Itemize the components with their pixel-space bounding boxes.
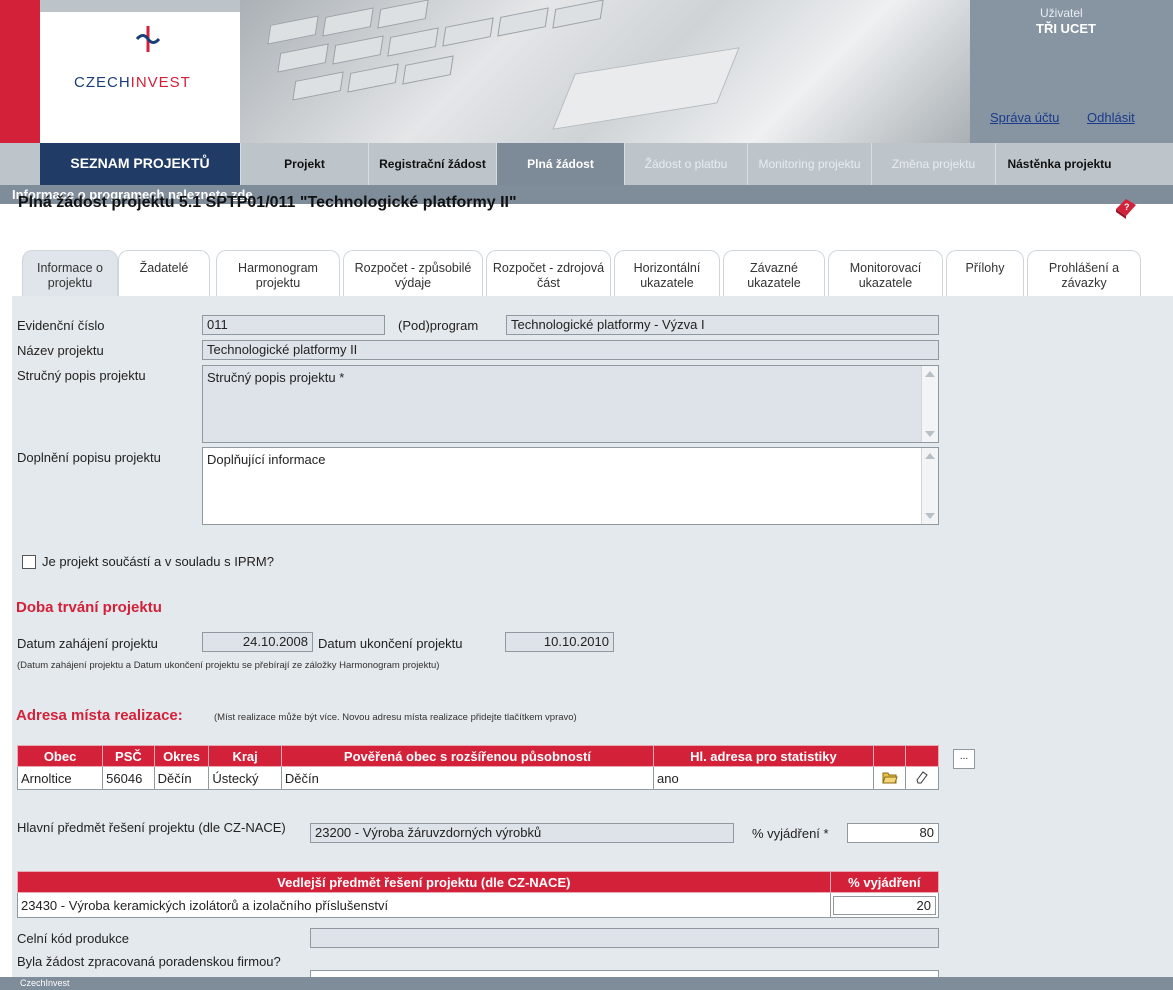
evidence-number-field: 011	[202, 315, 385, 335]
account-settings-link[interactable]: Správa účtu	[990, 110, 1059, 125]
col-header: Pověřená obec s rozšířenou působností	[280, 745, 655, 767]
extra-description-text: Doplňující informace	[207, 452, 326, 467]
table-row: 23430 - Výroba keramických izolátorů a i…	[17, 892, 940, 918]
col-header: PSČ	[102, 745, 155, 767]
table-row: Arnoltice 56046 Děčín Ústecký Děčín ano	[16, 766, 939, 790]
page-title: Plná žádost projektu 5.1 SPTP01/011 "Tec…	[18, 194, 517, 211]
iprm-label: Je projekt součástí a v souladu s IPRM?	[42, 554, 274, 569]
secondary-header-row: Vedlejší předmět řešení projektu (dle CZ…	[17, 871, 940, 893]
logo-text-b: INVEST	[130, 74, 191, 91]
tab-applicants[interactable]: Žadatelé	[118, 250, 210, 296]
eraser-icon[interactable]	[905, 766, 939, 790]
tab-schedule[interactable]: Harmonogram projektu	[216, 250, 340, 296]
main-subject-label: Hlavní předmět řešení projektu (dle CZ-N…	[17, 820, 286, 835]
footer: CzechInvest	[0, 977, 1173, 990]
date-note: (Datum zahájení projektu a Datum ukončen…	[17, 660, 440, 671]
tab-attachments[interactable]: Přílohy	[946, 250, 1024, 296]
brand-stripe	[0, 0, 40, 143]
nav-project[interactable]: Projekt	[240, 143, 368, 185]
program-field: Technologické platformy - Výzva I	[506, 315, 939, 335]
secondary-percent-input[interactable]: 20	[832, 895, 936, 915]
address-table: Obec PSČ Okres Kraj Pověřená obec s rozš…	[16, 745, 939, 790]
duration-heading: Doba trvání projektu	[16, 599, 162, 616]
cell-psc: 56046	[102, 766, 155, 790]
tab-budget-eligible[interactable]: Rozpočet - způsobilé výdaje	[343, 250, 483, 296]
cell-secondary-subject: 23430 - Výroba keramických izolátorů a i…	[17, 892, 831, 918]
tab-project-info[interactable]: Informace o projektu	[22, 250, 118, 296]
col-header: Obec	[16, 745, 104, 767]
cell-kraj: Ústecký	[208, 766, 282, 790]
short-description-textarea[interactable]: Stručný popis projektu *	[202, 365, 939, 443]
col-header-blank	[905, 745, 939, 767]
iprm-checkbox[interactable]	[22, 555, 36, 569]
nav-full-application[interactable]: Plná žádost	[496, 143, 624, 185]
col-header-blank	[872, 745, 907, 767]
evidence-number-label: Evidenční číslo	[17, 318, 105, 333]
cell-secondary-percent: 20	[829, 892, 940, 918]
cell-poverena-obec: Děčín	[280, 766, 655, 790]
logo-text: CZECHINVEST	[74, 74, 191, 91]
textarea-scrollbar[interactable]	[921, 366, 938, 442]
main-subject-field: 23200 - Výroba žáruvzdorných výrobků	[310, 823, 734, 843]
cell-hl-adresa: ano	[653, 766, 874, 790]
logo-text-a: CZECH	[74, 74, 131, 91]
end-date-label: Datum ukončení projektu	[318, 636, 463, 651]
short-description-text: Stručný popis projektu *	[207, 370, 345, 385]
tab-monitoring-indicators[interactable]: Monitorovací ukazatele	[828, 250, 943, 296]
user-name: TŘI UCET	[1036, 21, 1096, 36]
address-heading: Adresa místa realizace:	[16, 707, 183, 724]
extra-description-textarea[interactable]: Doplňující informace	[202, 447, 939, 525]
nav-project-list[interactable]: SEZNAM PROJEKTŮ	[40, 143, 240, 185]
col-header: % vyjádření	[829, 871, 940, 893]
customs-code-field	[310, 928, 939, 948]
advisory-label: Byla žádost zpracovaná poradenskou firmo…	[17, 954, 281, 969]
czechinvest-logo-icon	[135, 26, 161, 52]
cell-obec: Arnoltice	[16, 766, 104, 790]
col-header: Kraj	[208, 745, 282, 767]
tab-binding-indicators[interactable]: Závazné ukazatele	[723, 250, 825, 296]
start-date-label: Datum zahájení projektu	[17, 636, 158, 651]
short-description-label: Stručný popis projektu	[17, 368, 146, 383]
col-header: Vedlejší předmět řešení projektu (dle CZ…	[17, 871, 831, 893]
col-header: Hl. adresa pro statistiky	[653, 745, 874, 767]
cell-okres: Děčín	[153, 766, 210, 790]
open-folder-icon[interactable]	[872, 766, 907, 790]
percent-label: % vyjádření *	[752, 826, 829, 841]
help-book-icon[interactable]: ?	[1113, 194, 1139, 220]
nav-payment-request[interactable]: Žádost o platbu	[624, 143, 747, 185]
add-address-button[interactable]: ...	[953, 749, 975, 769]
end-date-field: 10.10.2010	[505, 632, 614, 652]
start-date-field: 24.10.2008	[202, 632, 313, 652]
tab-horizontal-indicators[interactable]: Horizontální ukazatele	[614, 250, 720, 296]
banner-image	[240, 0, 970, 143]
extra-description-label: Doplnění popisu projektu	[17, 450, 161, 465]
textarea-scrollbar[interactable]	[921, 448, 938, 524]
nav-monitoring[interactable]: Monitoring projektu	[747, 143, 871, 185]
logout-link[interactable]: Odhlásit	[1087, 110, 1135, 125]
nav-registration[interactable]: Registrační žádost	[368, 143, 496, 185]
nav-board[interactable]: Nástěnka projektu	[995, 143, 1123, 185]
svg-text:?: ?	[1124, 202, 1130, 212]
col-header: Okres	[153, 745, 210, 767]
user-label: Uživatel	[1040, 6, 1083, 20]
project-name-field: Technologické platformy II	[202, 340, 939, 360]
secondary-subject-table: Vedlejší předmět řešení projektu (dle CZ…	[17, 871, 940, 918]
nav-change[interactable]: Změna projektu	[871, 143, 995, 185]
project-name-label: Název projektu	[17, 343, 104, 358]
tab-budget-source[interactable]: Rozpočet - zdrojová část	[486, 250, 611, 296]
address-header-row: Obec PSČ Okres Kraj Pověřená obec s rozš…	[16, 745, 939, 767]
customs-code-label: Celní kód produkce	[17, 931, 130, 946]
address-note: (Míst realizace může být více. Novou adr…	[214, 712, 577, 723]
percent-input[interactable]: 80	[847, 823, 939, 843]
tab-declarations[interactable]: Prohlášení a závazky	[1027, 250, 1141, 296]
program-label: (Pod)program	[398, 318, 479, 333]
